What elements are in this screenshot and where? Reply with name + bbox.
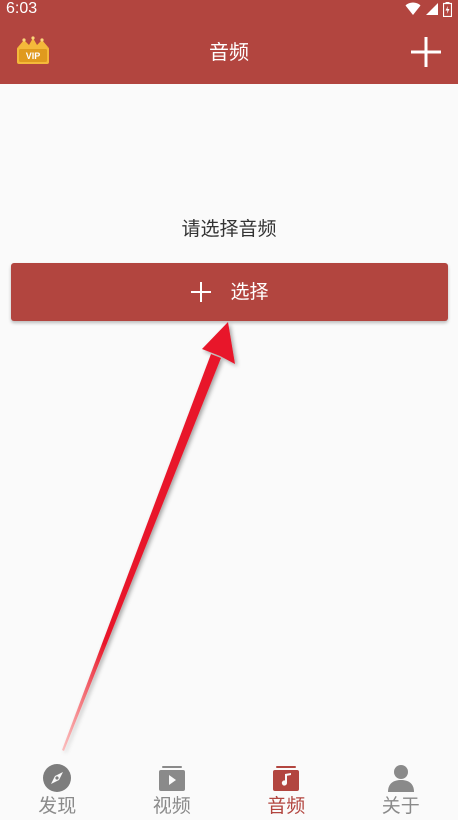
nav-item-discover[interactable]: 发现 [0,760,115,820]
select-audio-prompt: 请选择音频 [181,218,277,240]
nav-item-video[interactable]: 视频 [115,760,230,820]
nav-label: 音频 [267,795,306,817]
video-icon [158,766,185,791]
nav-label: 视频 [152,795,191,817]
header: VIP 音频 [0,20,458,84]
nav-item-about[interactable]: 关于 [344,760,458,820]
nav-label: 关于 [381,795,420,817]
compass-icon [43,764,72,792]
person-icon [387,765,414,792]
page-title: 音频 [209,40,249,64]
status-bar: 6:03 [0,0,458,20]
music-icon [273,766,300,791]
app-bar: 6:03 VIP 音频 [0,0,458,84]
nav-label: 发现 [38,795,77,817]
nav-item-audio[interactable]: 音频 [229,760,344,820]
main-content: 请选择音频 选择 [0,84,458,760]
plus-icon[interactable] [408,34,444,70]
select-audio-button[interactable]: 选择 [11,263,448,321]
plus-icon [191,282,212,302]
status-icons [405,1,452,17]
wifi-icon [405,2,421,15]
bottom-navigation: 发现 视频 音频 关于 [0,760,458,820]
signal-icon [426,3,438,15]
select-button-label: 选择 [230,281,269,303]
status-time: 6:03 [6,0,38,17]
battery-icon [443,1,452,17]
